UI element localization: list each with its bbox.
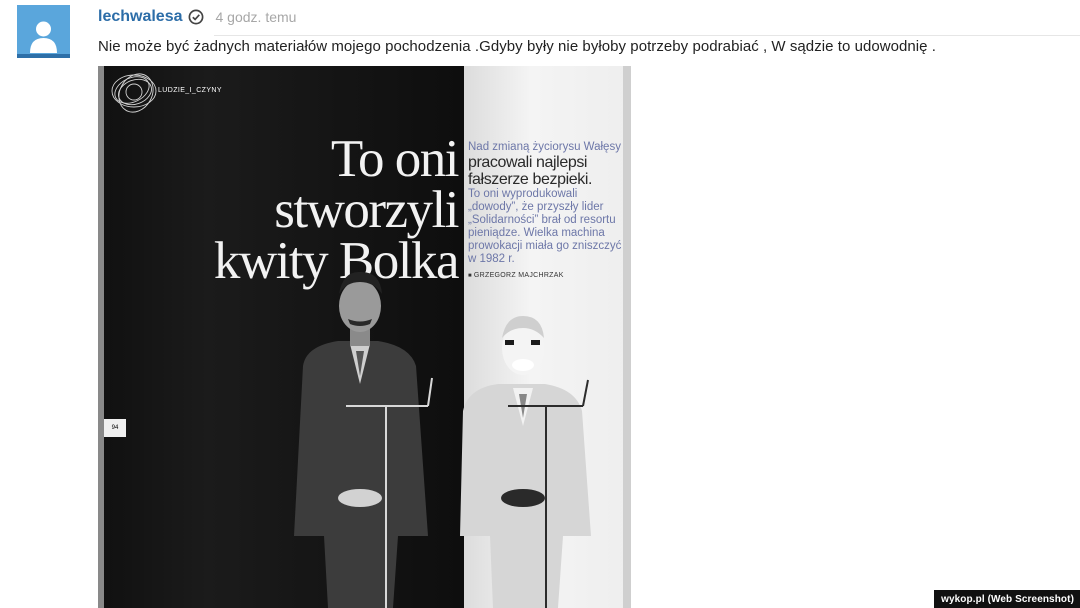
verified-check-icon	[188, 9, 204, 25]
post-header: lechwalesa 4 godz. temu	[98, 6, 296, 28]
header-divider	[214, 35, 1080, 36]
post-text: Nie może być żadnych materiałów mojego p…	[98, 38, 937, 55]
username-link[interactable]: lechwalesa	[98, 8, 183, 26]
avatar[interactable]	[17, 5, 70, 58]
user-avatar-icon	[30, 21, 57, 53]
figure-positive	[294, 271, 428, 608]
magazine-photo-figures	[294, 271, 591, 608]
post-attachment-image[interactable]: LUDZIE_I_CZYNY To oni stworzyli kwity Bo…	[98, 66, 631, 608]
screenshot-watermark: wykop.pl (Web Screenshot)	[934, 590, 1080, 608]
figure-negative	[460, 316, 591, 608]
post-timestamp[interactable]: 4 godz. temu	[216, 9, 297, 25]
